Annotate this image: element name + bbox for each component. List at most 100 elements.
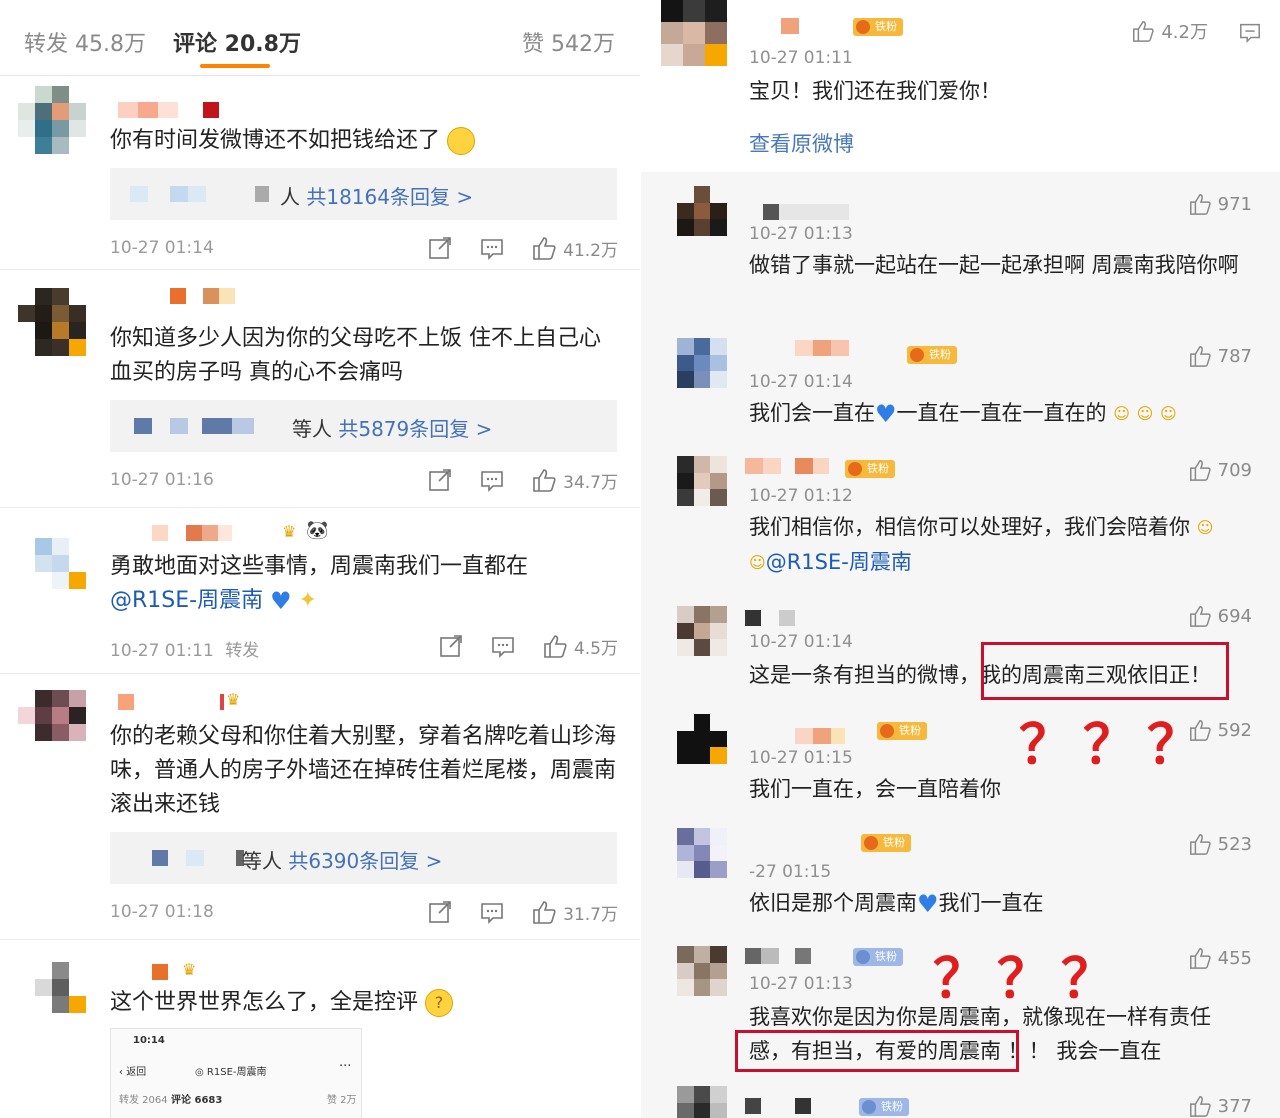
avatar[interactable]	[661, 0, 727, 66]
highlight-box	[735, 1030, 1019, 1072]
mention-link[interactable]: @R1SE-周震南	[766, 550, 912, 574]
username[interactable]	[745, 728, 865, 744]
mini-comments-tab: 评论 6683	[171, 1095, 223, 1106]
reply-count-link[interactable]: 共5879条回复 >	[338, 417, 492, 441]
mini-back-button[interactable]: ‹ 返回	[119, 1063, 146, 1078]
comment-icon[interactable]	[479, 235, 505, 261]
avatar[interactable]	[677, 714, 728, 765]
username[interactable]	[110, 525, 330, 541]
iron-fan-badge: 铁粉	[859, 1098, 909, 1116]
like-button[interactable]: 709	[1188, 458, 1252, 482]
blue-heart-icon: ♥	[875, 400, 897, 428]
like-icon[interactable]	[1188, 458, 1212, 482]
username[interactable]	[110, 288, 240, 304]
like-count: 31.7万	[563, 904, 618, 925]
like-count: 787	[1217, 345, 1252, 367]
comment-actions: 31.7万	[401, 898, 618, 926]
comment-icon[interactable]	[1238, 20, 1262, 44]
red-question-mark: ？	[997, 946, 1051, 1010]
repost-label[interactable]: 转发	[225, 641, 259, 661]
tab-bar: 转发 45.8万 评论 20.8万 赞 542万	[0, 0, 640, 76]
avatar[interactable]	[677, 338, 728, 389]
like-icon[interactable]	[1188, 604, 1212, 628]
mini-likes-tab: 赞 2万	[327, 1095, 357, 1106]
avatar[interactable]	[18, 86, 86, 154]
like-count: 455	[1217, 947, 1252, 969]
avatar[interactable]	[18, 288, 86, 356]
reply-preview[interactable]: 等人 共6390条回复 >	[110, 832, 617, 884]
mini-clock: 10:14	[133, 1035, 165, 1046]
like-button[interactable]: 4.2万	[1131, 18, 1208, 44]
view-original-weibo-link[interactable]: 查看原微博	[749, 128, 854, 158]
avatar[interactable]	[18, 538, 86, 606]
comment-text: 这个世界世界怎么了，全是控评 ?	[110, 986, 620, 1020]
avatar[interactable]	[18, 962, 86, 1030]
share-icon[interactable]	[427, 235, 453, 261]
like-icon[interactable]	[1131, 19, 1155, 43]
reply-preview[interactable]: 等人 共5879条回复 >	[110, 400, 617, 452]
red-question-mark: ？	[1019, 712, 1073, 776]
iron-fan-badge: 铁粉	[861, 834, 911, 852]
like-icon[interactable]	[1188, 1094, 1212, 1118]
like-count: 4.5万	[573, 638, 618, 659]
like-icon[interactable]	[542, 633, 568, 659]
username[interactable]	[745, 948, 845, 964]
reply-users: 等人	[242, 849, 282, 873]
like-button[interactable]: 523	[1188, 832, 1252, 856]
comment-actions: 4.5万	[412, 632, 618, 660]
vip-badge-icon: ♛	[182, 960, 197, 979]
comment-text: 你知道多少人因为你的父母吃不上饭 住不上自己心血买的房子吗 真的心不会痛吗	[110, 326, 601, 385]
blue-heart-icon: ♥	[917, 890, 939, 918]
comment-icon[interactable]	[490, 633, 516, 659]
username[interactable]	[745, 1098, 825, 1114]
like-icon[interactable]	[531, 467, 557, 493]
share-icon[interactable]	[438, 633, 464, 659]
share-icon[interactable]	[427, 899, 453, 925]
like-count: 592	[1217, 719, 1252, 741]
share-icon[interactable]	[427, 467, 453, 493]
like-button[interactable]: 455	[1188, 946, 1252, 970]
like-icon[interactable]	[1188, 946, 1212, 970]
avatar[interactable]	[677, 1086, 727, 1118]
tab-comments[interactable]: 评论 20.8万	[173, 26, 301, 58]
iron-fan-badge: 铁粉	[853, 18, 903, 36]
like-icon[interactable]	[531, 235, 557, 261]
username[interactable]	[745, 18, 865, 34]
reply-count-link[interactable]: 共18164条回复 >	[306, 185, 473, 209]
tab-repost[interactable]: 转发 45.8万	[24, 26, 146, 58]
avatar[interactable]	[677, 606, 728, 657]
avatar[interactable]	[677, 828, 728, 879]
comment-icon[interactable]	[479, 899, 505, 925]
username[interactable]	[110, 102, 230, 118]
like-count: 971	[1217, 193, 1252, 215]
avatar[interactable]	[18, 690, 86, 758]
active-tab-indicator	[200, 64, 270, 68]
comment-time: 10-27 01:16	[110, 470, 214, 490]
like-icon[interactable]	[531, 899, 557, 925]
comment-text: 我们会一直在♥一直在一直在一直在的 ☺ ☺ ☺	[749, 396, 1259, 431]
like-count: 523	[1217, 833, 1252, 855]
username[interactable]	[745, 610, 805, 626]
like-icon[interactable]	[1188, 832, 1212, 856]
tab-likes[interactable]: 赞 542万	[522, 26, 615, 58]
like-button[interactable]: 377	[1188, 1094, 1252, 1118]
avatar[interactable]	[677, 946, 728, 997]
avatar[interactable]	[677, 186, 728, 237]
like-icon[interactable]	[1188, 192, 1212, 216]
comment-list-panel: 转发 45.8万 评论 20.8万 赞 542万 你有时间发微博还不如把钱给还了…	[0, 0, 640, 1118]
like-icon[interactable]	[1188, 344, 1212, 368]
like-button[interactable]: 787	[1188, 344, 1252, 368]
reply-preview[interactable]: 人 共18164条回复 >	[110, 168, 617, 220]
like-button[interactable]: 971	[1188, 192, 1252, 216]
embedded-screenshot-thumbnail[interactable]: 10:14 ‹ 返回 ◎ R1SE-周震南 ··· 转发 2064 评论 668…	[110, 1028, 362, 1118]
avatar[interactable]	[677, 456, 728, 507]
username[interactable]	[745, 204, 855, 220]
reply-count-link[interactable]: 共6390条回复 >	[288, 849, 442, 873]
mention-link[interactable]: @R1SE-周震南	[110, 588, 263, 613]
comment-icon[interactable]	[479, 467, 505, 493]
username[interactable]	[745, 340, 885, 356]
like-button[interactable]: 694	[1188, 604, 1252, 628]
comment-time: 10-27 01:14	[749, 372, 853, 392]
like-count: 41.2万	[563, 240, 618, 261]
blue-heart-icon: ♥	[270, 587, 292, 615]
